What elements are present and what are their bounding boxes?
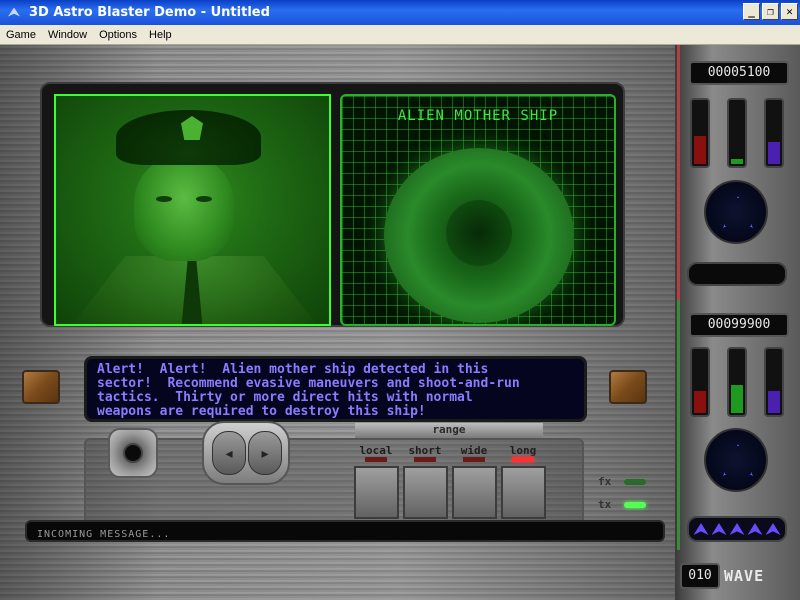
window-controls: _ ❐ ✕ bbox=[743, 3, 798, 20]
p1-power-gauge bbox=[764, 98, 784, 168]
close-button[interactable]: ✕ bbox=[781, 3, 798, 20]
message-line-3: tactics. Thirty or more direct hits with… bbox=[97, 390, 473, 405]
menu-bar: Game Window Options Help bbox=[0, 25, 800, 45]
range-led-short bbox=[414, 457, 436, 462]
scan-right-button[interactable]: ▸ bbox=[248, 431, 282, 475]
p2-shield-gauge bbox=[690, 347, 710, 417]
wave-number: 010 bbox=[680, 563, 720, 589]
life-ship-icon bbox=[711, 523, 727, 535]
scan-dial[interactable]: ◂ ▸ bbox=[202, 421, 290, 485]
player2-score: 00099900 bbox=[689, 313, 789, 337]
p1-ship-radar bbox=[704, 180, 768, 244]
range-tab-short[interactable]: short bbox=[401, 444, 449, 457]
wave-label: WAVE bbox=[724, 567, 765, 585]
message-line-1: Alert! Alert! Alien mother ship detected… bbox=[97, 362, 489, 377]
menu-window[interactable]: Window bbox=[42, 29, 93, 41]
gauge-fill bbox=[768, 391, 780, 413]
range-led-local bbox=[365, 457, 387, 462]
minimize-button[interactable]: _ bbox=[743, 3, 760, 20]
window-title: 3D Astro Blaster Demo - Untitled bbox=[29, 5, 270, 20]
player-ship-icon bbox=[723, 444, 753, 476]
scanner-title: ALIEN MOTHER SHIP bbox=[397, 108, 559, 124]
range-tab-local[interactable]: local bbox=[352, 444, 400, 457]
left-panel-knob bbox=[22, 370, 60, 404]
wave-indicator: 010 WAVE bbox=[680, 560, 798, 592]
fx-label: fx bbox=[598, 475, 612, 488]
range-tab-long[interactable]: long bbox=[499, 444, 547, 457]
officer-face bbox=[134, 156, 234, 261]
p2-ship-radar bbox=[704, 428, 768, 492]
gauge-fill bbox=[768, 142, 780, 164]
lives-indicator bbox=[687, 516, 787, 542]
menu-help[interactable]: Help bbox=[143, 29, 178, 41]
main-display: ALIEN MOTHER SHIP bbox=[40, 82, 625, 327]
gauge-fill bbox=[731, 385, 743, 413]
restore-button[interactable]: ❐ bbox=[762, 3, 779, 20]
gauge-fill bbox=[694, 391, 706, 413]
menu-game[interactable]: Game bbox=[0, 29, 42, 41]
p2-power-gauge bbox=[764, 347, 784, 417]
p2-energy-gauge bbox=[727, 347, 747, 417]
range-slot-wide[interactable] bbox=[452, 466, 497, 519]
status-text: INCOMING MESSAGE... bbox=[37, 529, 171, 540]
p1-status-bar bbox=[687, 262, 787, 286]
player1-score: 00005100 bbox=[689, 61, 789, 85]
title-bar: 3D Astro Blaster Demo - Untitled _ ❐ ✕ bbox=[0, 0, 800, 25]
life-ship-icon bbox=[729, 523, 745, 535]
range-slot-long[interactable] bbox=[501, 466, 546, 519]
tx-indicator bbox=[624, 502, 646, 508]
scan-left-button[interactable]: ◂ bbox=[212, 431, 246, 475]
range-slot-short[interactable] bbox=[403, 466, 448, 519]
speaker-icon bbox=[123, 443, 143, 463]
range-label: range bbox=[355, 423, 543, 438]
scanner-display: ALIEN MOTHER SHIP bbox=[340, 94, 616, 326]
life-ship-icon bbox=[693, 523, 709, 535]
range-led-wide bbox=[463, 457, 485, 462]
commander-video bbox=[54, 94, 331, 326]
message-line-2: sector! Recommend evasive maneuvers and … bbox=[97, 376, 520, 391]
range-slot-local[interactable] bbox=[354, 466, 399, 519]
gauge-fill bbox=[731, 159, 743, 164]
gauge-fill bbox=[694, 136, 706, 164]
message-box: Alert! Alert! Alien mother ship detected… bbox=[84, 356, 587, 422]
life-ship-icon bbox=[747, 523, 763, 535]
player-ship-icon bbox=[723, 196, 753, 228]
tx-label: tx bbox=[598, 498, 612, 511]
p1-energy-gauge bbox=[727, 98, 747, 168]
audio-button[interactable] bbox=[108, 428, 158, 478]
life-ship-icon bbox=[765, 523, 781, 535]
range-led-long bbox=[512, 457, 534, 462]
right-panel-knob bbox=[609, 370, 647, 404]
mothership-image bbox=[384, 148, 574, 323]
fx-indicator bbox=[624, 479, 646, 485]
app-ship-icon bbox=[5, 6, 23, 20]
status-bar: INCOMING MESSAGE... bbox=[25, 520, 665, 542]
message-line-4: weapons are required to destroy this shi… bbox=[97, 404, 426, 419]
p1-shield-gauge bbox=[690, 98, 710, 168]
menu-options[interactable]: Options bbox=[93, 29, 143, 41]
range-tab-wide[interactable]: wide bbox=[450, 444, 498, 457]
